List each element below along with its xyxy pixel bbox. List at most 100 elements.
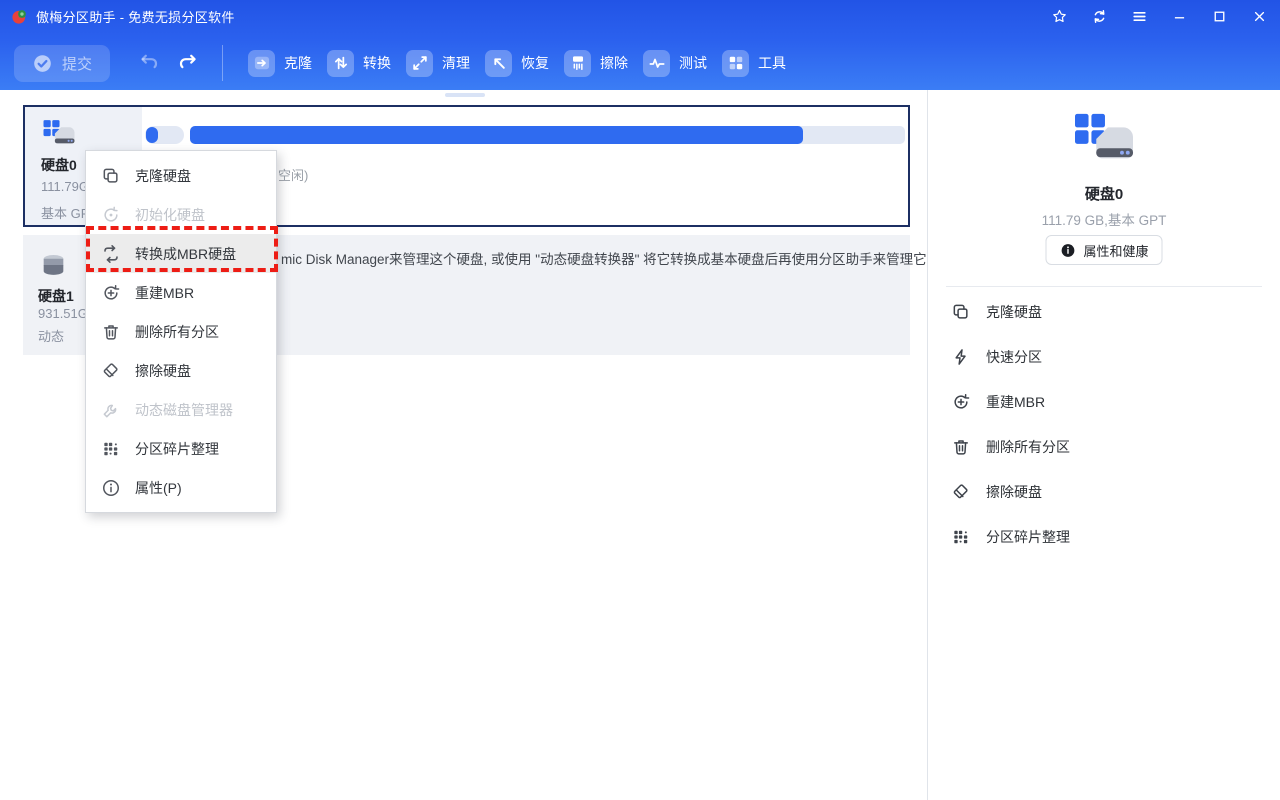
close-icon[interactable] bbox=[1251, 8, 1268, 25]
partition-bar-fill bbox=[190, 126, 803, 144]
toolbar-label: 转换 bbox=[363, 53, 391, 73]
sidebar-disk-info: 111.79 GB,基本 GPT bbox=[928, 209, 1280, 229]
trash-icon bbox=[951, 437, 971, 457]
basic-disk-icon-large bbox=[1071, 110, 1137, 168]
toolbar-button-clean[interactable]: 清理 bbox=[406, 50, 470, 77]
sidebar-action-delete-all-partitions[interactable]: 删除所有分区 bbox=[928, 424, 1280, 469]
partition-free-label: 空闲) bbox=[278, 165, 308, 184]
erase-brush-icon bbox=[564, 50, 591, 77]
menu-item-clone-disk[interactable]: 克隆硬盘 bbox=[86, 156, 276, 195]
minimize-icon[interactable] bbox=[1171, 8, 1188, 25]
initialize-icon bbox=[101, 205, 121, 225]
rebuild-icon bbox=[951, 392, 971, 412]
wrench-icon bbox=[101, 400, 121, 420]
toolbar-divider bbox=[222, 45, 223, 81]
toolbar-button-test[interactable]: 测试 bbox=[643, 50, 707, 77]
sidebar-divider bbox=[946, 286, 1262, 287]
scrollbar-thumb[interactable] bbox=[445, 93, 485, 97]
sidebar-action-label: 克隆硬盘 bbox=[986, 302, 1042, 322]
toolbar: 提交 克隆 转换 清理 恢复 擦除 bbox=[0, 40, 1280, 86]
tools-grid-icon bbox=[722, 50, 749, 77]
clone-icon bbox=[248, 50, 275, 77]
menu-item-rebuild-mbr[interactable]: 重建MBR bbox=[86, 273, 276, 312]
properties-health-button[interactable]: 属性和健康 bbox=[1045, 235, 1162, 265]
menu-item-label: 初始化硬盘 bbox=[135, 205, 205, 225]
sidebar-action-label: 分区碎片整理 bbox=[986, 527, 1070, 547]
toolbar-label: 恢复 bbox=[521, 53, 549, 73]
defrag-icon bbox=[951, 527, 971, 547]
copy-icon bbox=[101, 166, 121, 186]
copy-icon bbox=[951, 302, 971, 322]
window-title: 傲梅分区助手 - 免费无损分区软件 bbox=[36, 7, 235, 26]
menu-item-label: 克隆硬盘 bbox=[135, 166, 191, 186]
sidebar-action-rebuild-mbr[interactable]: 重建MBR bbox=[928, 379, 1280, 424]
menu-item-label: 分区碎片整理 bbox=[135, 439, 219, 459]
sidebar-actions: 克隆硬盘 快速分区 重建MBR 删除所有分区 擦除硬盘 分区碎片整理 bbox=[928, 289, 1280, 559]
update-sync-icon[interactable] bbox=[1091, 8, 1108, 25]
menu-item-delete-all-partitions[interactable]: 删除所有分区 bbox=[86, 312, 276, 351]
menu-item-convert-to-mbr[interactable]: 转换成MBR硬盘 bbox=[86, 234, 276, 273]
undo-button[interactable] bbox=[137, 51, 161, 75]
basic-disk-icon bbox=[41, 118, 77, 149]
test-pulse-icon bbox=[643, 50, 670, 77]
toolbar-label: 工具 bbox=[758, 53, 786, 73]
sidebar-action-clone-disk[interactable]: 克隆硬盘 bbox=[928, 289, 1280, 334]
disk1-type: 动态 bbox=[38, 326, 64, 345]
toolbar-label: 测试 bbox=[679, 53, 707, 73]
app-logo-icon bbox=[11, 8, 28, 25]
sidebar-action-wipe-disk[interactable]: 擦除硬盘 bbox=[928, 469, 1280, 514]
topbar: 傲梅分区助手 - 免费无损分区软件 提交 克隆 bbox=[0, 0, 1280, 90]
toolbar-button-tools[interactable]: 工具 bbox=[722, 50, 786, 77]
info-icon bbox=[101, 478, 121, 498]
partition-bar-track[interactable] bbox=[190, 126, 905, 144]
eraser-icon bbox=[101, 361, 121, 381]
sidebar-disk-name: 硬盘0 bbox=[928, 183, 1280, 204]
submit-button[interactable]: 提交 bbox=[14, 45, 110, 82]
sidebar-action-quick-partition[interactable]: 快速分区 bbox=[928, 334, 1280, 379]
hamburger-menu-icon[interactable] bbox=[1131, 8, 1148, 25]
clean-icon bbox=[406, 50, 433, 77]
menu-item-properties[interactable]: 属性(P) bbox=[86, 468, 276, 507]
menu-item-defragment[interactable]: 分区碎片整理 bbox=[86, 429, 276, 468]
redo-button[interactable] bbox=[176, 51, 200, 75]
menu-item-initialize-disk: 初始化硬盘 bbox=[86, 195, 276, 234]
swap-arrows-icon bbox=[101, 244, 121, 264]
menu-item-label: 属性(P) bbox=[135, 478, 182, 498]
context-menu: 克隆硬盘 初始化硬盘 转换成MBR硬盘 重建MBR 删除所有分区 擦除硬盘 bbox=[85, 150, 277, 513]
check-circle-icon bbox=[32, 53, 53, 74]
app-window: 傲梅分区助手 - 免费无损分区软件 提交 克隆 bbox=[0, 0, 1280, 800]
toolbar-button-erase[interactable]: 擦除 bbox=[564, 50, 628, 77]
menu-item-dynamic-disk-manager: 动态磁盘管理器 bbox=[86, 390, 276, 429]
trash-icon bbox=[101, 322, 121, 342]
toolbar-label: 清理 bbox=[442, 53, 470, 73]
toolbar-button-restore[interactable]: 恢复 bbox=[485, 50, 549, 77]
partition-bar-small[interactable] bbox=[145, 126, 184, 144]
menu-item-label: 删除所有分区 bbox=[135, 322, 219, 342]
sidebar-action-label: 重建MBR bbox=[986, 392, 1045, 412]
disk-list-panel: 硬盘0 111.79GB 基本 GPT 空闲) 硬盘1 931.51GB 动态 … bbox=[0, 90, 927, 800]
maximize-icon[interactable] bbox=[1211, 8, 1228, 25]
window-controls bbox=[1051, 8, 1268, 25]
toolbar-button-convert[interactable]: 转换 bbox=[327, 50, 391, 77]
health-button-label: 属性和健康 bbox=[1083, 241, 1148, 260]
menu-item-label: 重建MBR bbox=[135, 283, 194, 303]
menu-item-label: 擦除硬盘 bbox=[135, 361, 191, 381]
disk0-name: 硬盘0 bbox=[41, 155, 77, 175]
menu-item-wipe-disk[interactable]: 擦除硬盘 bbox=[86, 351, 276, 390]
sidebar-action-defragment[interactable]: 分区碎片整理 bbox=[928, 514, 1280, 559]
info-solid-icon bbox=[1059, 242, 1076, 259]
dynamic-disk-message: mic Disk Manager来管理这个硬盘, 或使用 "动态硬盘转换器" 将… bbox=[281, 248, 930, 268]
toolbar-label: 克隆 bbox=[284, 53, 312, 73]
rebuild-icon bbox=[101, 283, 121, 303]
disk1-name: 硬盘1 bbox=[38, 286, 74, 306]
submit-label: 提交 bbox=[62, 53, 92, 74]
lightning-icon bbox=[951, 347, 971, 367]
menu-item-label: 动态磁盘管理器 bbox=[135, 400, 233, 420]
sidebar-action-label: 删除所有分区 bbox=[986, 437, 1070, 457]
toolbar-button-clone[interactable]: 克隆 bbox=[248, 50, 312, 77]
defrag-icon bbox=[101, 439, 121, 459]
eraser-icon bbox=[951, 482, 971, 502]
favorite-star-icon[interactable] bbox=[1051, 8, 1068, 25]
convert-icon bbox=[327, 50, 354, 77]
dynamic-disk-icon bbox=[38, 251, 69, 282]
